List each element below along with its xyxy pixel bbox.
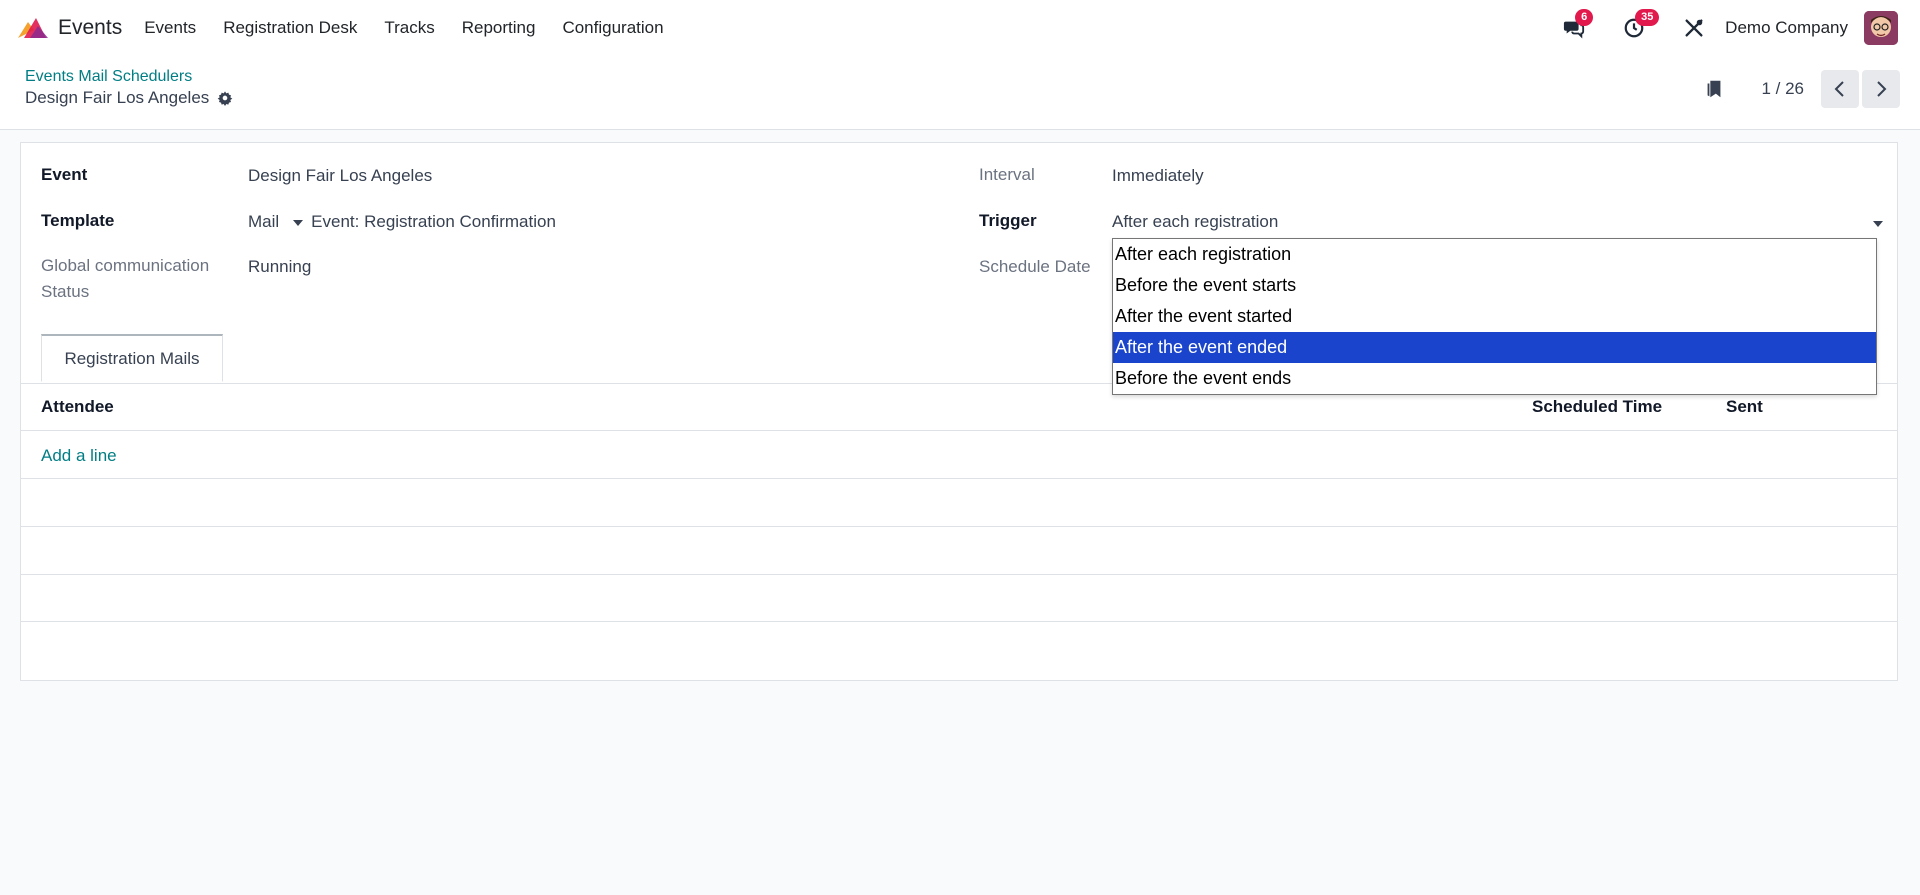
add-a-line-link[interactable]: Add a line [41, 446, 117, 466]
pager-previous-button[interactable] [1821, 70, 1859, 108]
events-app-logo-icon [18, 18, 48, 38]
top-navbar: Events Events Registration Desk Tracks R… [0, 0, 1920, 56]
chevron-right-icon [1877, 81, 1887, 97]
template-type-select[interactable]: Mail [248, 212, 279, 231]
template-value-field[interactable]: Event: Registration Confirmation [311, 212, 556, 231]
template-field: Mail Event: Registration Confirmation [248, 212, 556, 232]
schedule-date-label: Schedule Date [979, 257, 1091, 276]
chevron-down-icon[interactable] [293, 219, 304, 226]
column-sent[interactable]: Sent [1726, 397, 1763, 417]
list-row-add: Add a line [21, 432, 1897, 479]
tools-icon [1685, 19, 1703, 37]
trigger-option-before-event-starts[interactable]: Before the event starts [1113, 270, 1876, 301]
user-avatar-icon [1864, 11, 1898, 45]
menu-events[interactable]: Events [144, 18, 196, 38]
pager-value[interactable]: 1 / 26 [1761, 79, 1804, 99]
company-switcher[interactable]: Demo Company [1725, 18, 1848, 38]
trigger-option-before-event-ends[interactable]: Before the event ends [1113, 363, 1876, 394]
event-label: Event [41, 165, 88, 184]
record-title-text: Design Fair Los Angeles [25, 88, 210, 107]
event-field[interactable]: Design Fair Los Angeles [248, 166, 432, 186]
trigger-option-after-event-started[interactable]: After the event started [1113, 301, 1876, 332]
menu-reporting[interactable]: Reporting [462, 18, 536, 38]
tab-registration-mails-label: Registration Mails [64, 348, 200, 368]
interval-label: Interval [979, 165, 1035, 184]
pager: 1 / 26 [1703, 69, 1900, 109]
trigger-option-after-each-registration[interactable]: After each registration [1113, 239, 1876, 270]
interval-field[interactable]: Immediately [1112, 166, 1204, 186]
menu-tracks[interactable]: Tracks [384, 18, 434, 38]
trigger-label: Trigger [979, 211, 1037, 230]
chevron-down-icon [1873, 221, 1883, 227]
gear-icon[interactable] [217, 90, 233, 106]
pager-next-button[interactable] [1862, 70, 1900, 108]
menu-registration-desk[interactable]: Registration Desk [223, 18, 357, 38]
debug-tools-button[interactable] [1681, 15, 1707, 41]
messages-badge: 6 [1575, 9, 1594, 26]
app-brand[interactable]: Events [14, 14, 144, 42]
bookmark-icon[interactable] [1703, 78, 1725, 100]
list-row-empty [21, 528, 1897, 575]
main-menu: Events Registration Desk Tracks Reportin… [144, 18, 690, 38]
trigger-option-after-event-ended[interactable]: After the event ended [1113, 332, 1876, 363]
template-label: Template [41, 211, 115, 230]
activities-button[interactable]: 35 [1621, 9, 1660, 41]
activities-badge: 35 [1635, 9, 1660, 26]
systray: 6 35 Demo Company [1561, 0, 1898, 56]
trigger-select[interactable]: After each registration [1112, 211, 1883, 237]
tab-registration-mails[interactable]: Registration Mails [41, 334, 223, 382]
list-row-empty [21, 575, 1897, 622]
column-scheduled-time[interactable]: Scheduled Time [1532, 397, 1662, 417]
control-panel: Events Mail Schedulers Design Fair Los A… [0, 56, 1920, 130]
column-attendee[interactable]: Attendee [41, 397, 114, 417]
menu-configuration[interactable]: Configuration [562, 18, 663, 38]
list-row-empty [21, 480, 1897, 527]
trigger-value: After each registration [1112, 212, 1279, 231]
chevron-left-icon [1834, 81, 1844, 97]
form-sheet: Event Design Fair Los Angeles Template M… [20, 142, 1898, 681]
record-title: Design Fair Los Angeles [25, 88, 233, 108]
global-status-value: Running [248, 257, 312, 276]
trigger-dropdown-list: After each registration Before the event… [1112, 238, 1877, 395]
user-avatar[interactable] [1864, 11, 1898, 45]
messages-button[interactable]: 6 [1561, 9, 1594, 41]
breadcrumb-events-mail-schedulers[interactable]: Events Mail Schedulers [25, 68, 192, 86]
app-name: Events [58, 16, 123, 39]
global-status-label-line1: Global communication [41, 256, 210, 275]
global-status-label-line2: Status [41, 282, 90, 301]
